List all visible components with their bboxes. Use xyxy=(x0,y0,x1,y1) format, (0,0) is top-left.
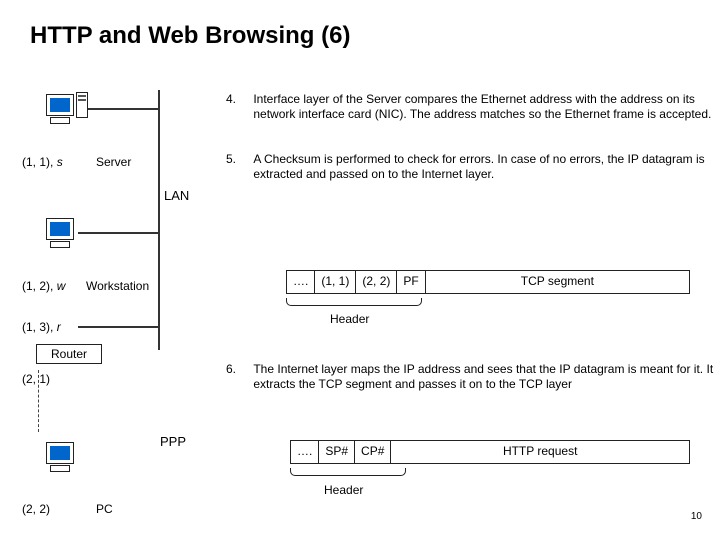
lan-backbone xyxy=(158,90,160,350)
step-5-text: A Checksum is performed to check for err… xyxy=(253,152,713,182)
workstation-icon xyxy=(46,218,74,248)
seg2-c2: CP# xyxy=(355,441,391,463)
ppp-dashed-link xyxy=(38,370,39,432)
step-5: 5. A Checksum is performed to check for … xyxy=(226,152,713,182)
http-request-box: …. SP# CP# HTTP request xyxy=(290,440,690,464)
seg1-tail: TCP segment xyxy=(426,271,689,293)
server-role: Server xyxy=(96,155,131,169)
seg1-c1: (1, 1) xyxy=(315,271,356,293)
seg2-tail: HTTP request xyxy=(391,441,689,463)
step-4: 4. Interface layer of the Server compare… xyxy=(226,92,713,122)
server-addr: (1, 1), s xyxy=(22,155,63,169)
seg2-brace xyxy=(290,468,406,476)
pc-role: PC xyxy=(96,502,113,516)
pc-addr: (2, 2) xyxy=(22,502,50,516)
tcp-segment-box: …. (1, 1) (2, 2) PF TCP segment xyxy=(286,270,690,294)
seg2-c1: SP# xyxy=(319,441,355,463)
seg1-c3: PF xyxy=(397,271,425,293)
node3-link-line xyxy=(78,326,158,328)
step-6-text: The Internet layer maps the IP address a… xyxy=(253,362,713,392)
ws-role: Workstation xyxy=(86,279,149,293)
seg1-c0: …. xyxy=(287,271,315,293)
seg2-header-label: Header xyxy=(324,483,363,497)
step-6-num: 6. xyxy=(226,362,250,376)
seg1-header-label: Header xyxy=(330,312,369,326)
router-box: Router xyxy=(36,344,102,364)
step-4-text: Interface layer of the Server compares t… xyxy=(253,92,713,122)
lan-label: LAN xyxy=(164,188,189,203)
node3-addr: (1, 3), r xyxy=(22,320,61,334)
step-6: 6. The Internet layer maps the IP addres… xyxy=(226,362,713,392)
server-link-line xyxy=(88,108,158,110)
node4-addr: (2, 1) xyxy=(22,372,50,386)
seg2-c0: …. xyxy=(291,441,319,463)
page-title: HTTP and Web Browsing (6) xyxy=(30,22,350,50)
step-5-num: 5. xyxy=(226,152,250,166)
ppp-label: PPP xyxy=(160,434,186,449)
ws-link-line xyxy=(78,232,158,234)
server-icon xyxy=(46,94,74,124)
pc-icon xyxy=(46,442,74,472)
step-4-num: 4. xyxy=(226,92,250,106)
seg1-brace xyxy=(286,298,422,306)
seg1-c2: (2, 2) xyxy=(356,271,397,293)
page-number: 10 xyxy=(691,511,702,522)
ws-addr: (1, 2), w xyxy=(22,279,65,293)
